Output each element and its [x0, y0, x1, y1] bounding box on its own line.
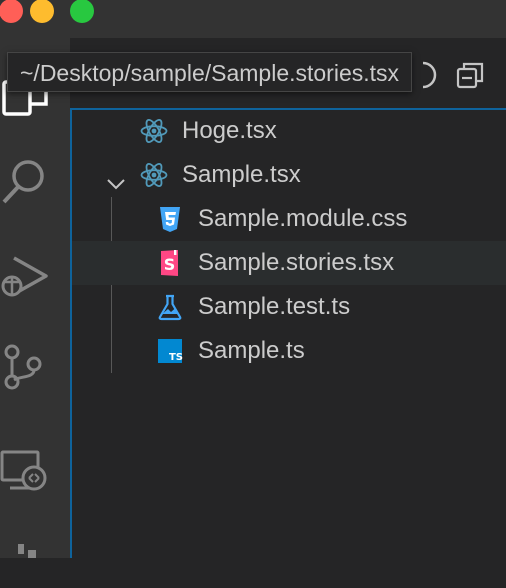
chevron-down-icon[interactable]	[106, 165, 126, 190]
typescript-icon: TS	[156, 337, 184, 365]
minimize-window-button[interactable]	[30, 0, 54, 23]
extensions-icon[interactable]	[0, 536, 52, 588]
tree-item-sample-module-css[interactable]: Sample.module.css	[72, 197, 506, 241]
svg-text:S: S	[164, 255, 176, 274]
tree-item-label: Sample.stories.tsx	[198, 249, 395, 276]
path-tooltip: ~/Desktop/sample/Sample.stories.tsx	[7, 52, 413, 92]
run-debug-icon[interactable]	[0, 248, 52, 300]
collapse-folders-icon[interactable]	[454, 59, 486, 91]
svg-text:TS: TS	[169, 352, 183, 363]
tree-item-label: Sample.test.ts	[198, 293, 351, 320]
search-icon[interactable]	[0, 156, 52, 208]
activity-bar	[0, 38, 70, 558]
tree-item-label: Sample.module.css	[198, 205, 408, 232]
close-window-button[interactable]	[0, 0, 23, 23]
refresh-explorer-icon[interactable]	[417, 59, 449, 91]
tree-item-sample-stories-tsx[interactable]: S Sample.stories.tsx	[72, 241, 506, 285]
title-bar	[0, 0, 506, 38]
react-icon	[140, 161, 168, 189]
tree-item-label: Hoge.tsx	[182, 117, 277, 144]
zoom-window-button[interactable]	[70, 0, 94, 23]
tree-folder-sample-tsx[interactable]: Sample.tsx	[72, 153, 506, 197]
tree-item-hoge-tsx[interactable]: Hoge.tsx	[72, 109, 506, 153]
tree-item-label: Sample.tsx	[182, 161, 301, 188]
storybook-icon: S	[156, 249, 184, 277]
react-icon	[140, 117, 168, 145]
tree-item-sample-ts[interactable]: TS Sample.ts	[72, 329, 506, 373]
test-flask-icon	[156, 293, 184, 321]
remote-explorer-icon[interactable]	[0, 446, 52, 498]
css-icon	[156, 205, 184, 233]
tree-item-label: Sample.ts	[198, 337, 305, 364]
source-control-icon[interactable]	[0, 338, 52, 390]
tree-item-sample-test-ts[interactable]: Sample.test.ts	[72, 285, 506, 329]
